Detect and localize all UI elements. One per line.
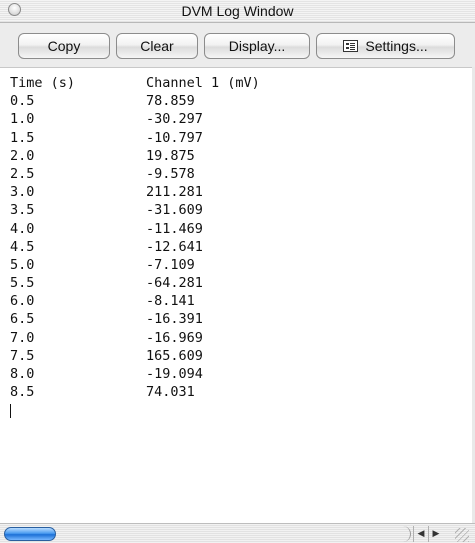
time-cell: 5.5 — [10, 275, 35, 292]
time-cell: 2.0 — [10, 147, 35, 164]
value-cell: -8.141 — [146, 293, 195, 310]
channel-column-header: Channel 1 (mV) — [146, 75, 260, 91]
right-arrow-icon: ▶ — [432, 529, 440, 539]
log-row: 1.0 -30.297 — [10, 110, 465, 128]
value-cell: -12.641 — [146, 238, 203, 255]
copy-button[interactable]: Copy — [18, 33, 110, 59]
time-cell: 8.0 — [10, 366, 35, 382]
settings-button-label: Settings... — [365, 38, 428, 54]
log-row: 7.0 -16.969 — [10, 329, 465, 347]
log-row: 6.0 -8.141 — [10, 292, 465, 310]
display-button[interactable]: Display... — [204, 33, 310, 59]
time-cell: 1.0 — [10, 111, 35, 128]
value-cell: -11.469 — [146, 220, 203, 237]
left-arrow-icon: ◀ — [417, 529, 425, 539]
value-cell: 19.875 — [146, 147, 195, 164]
value-cell: -7.109 — [146, 256, 195, 273]
time-column-header: Time (s) — [10, 75, 76, 91]
log-row: 4.5 -12.641 — [10, 238, 465, 256]
time-cell: 1.5 — [10, 129, 35, 146]
log-header-row: Time (s) Channel 1 (mV) — [10, 74, 465, 92]
value-cell: -31.609 — [146, 202, 203, 219]
log-row: 4.0 -11.469 — [10, 220, 465, 238]
value-cell: 78.859 — [146, 93, 195, 110]
settings-icon — [343, 40, 359, 52]
settings-button[interactable]: Settings... — [316, 33, 455, 59]
time-cell: 7.0 — [10, 329, 35, 346]
clear-button[interactable]: Clear — [116, 33, 198, 59]
log-row: 8.0 -19.094 — [10, 365, 465, 383]
value-cell: -19.094 — [146, 366, 203, 382]
time-cell: 3.0 — [10, 184, 35, 201]
log-row: 0.5 78.859 — [10, 92, 465, 110]
value-cell: -30.297 — [146, 111, 203, 128]
value-cell: -9.578 — [146, 165, 195, 182]
log-row: 3.5 -31.609 — [10, 201, 465, 219]
display-button-label: Display... — [228, 38, 286, 54]
scroll-left-button[interactable]: ◀ — [413, 526, 428, 542]
value-cell: -64.281 — [146, 275, 203, 292]
time-cell: 4.5 — [10, 238, 35, 255]
value-cell: -16.969 — [146, 329, 203, 346]
value-cell: 165.609 — [146, 347, 203, 364]
window-title: DVM Log Window — [181, 3, 294, 19]
log-row: 5.0 -7.109 — [10, 256, 465, 274]
log-row: 5.5 -64.281 — [10, 274, 465, 292]
log-row: 3.0 211.281 — [10, 183, 465, 201]
time-cell: 0.5 — [10, 93, 35, 110]
resize-grip-icon[interactable] — [455, 528, 469, 542]
log-row: 8.5 74.031 — [10, 383, 465, 401]
log-row: 7.5 165.609 — [10, 347, 465, 365]
clear-button-label: Clear — [140, 38, 174, 54]
value-cell: 211.281 — [146, 184, 203, 201]
scrollbar-track-end — [400, 526, 411, 542]
time-cell: 5.0 — [10, 256, 35, 273]
horizontal-scrollbar[interactable]: ◀ ▶ — [0, 523, 475, 543]
log-row: 6.5 -16.391 — [10, 310, 465, 328]
time-cell: 6.0 — [10, 293, 35, 310]
log-rows: 0.5 78.859 1.0 -30.297 1.5 -10.797 2.0 19.875 2.… — [10, 92, 465, 401]
value-cell: -10.797 — [146, 129, 203, 146]
scrollbar-thumb[interactable] — [4, 527, 56, 541]
time-cell: 2.5 — [10, 165, 35, 182]
toolbar: Copy Clear Display... Settings... — [0, 23, 475, 68]
time-cell: 6.5 — [10, 311, 35, 328]
log-row: 2.5 -9.578 — [10, 165, 465, 183]
time-cell: 4.0 — [10, 220, 35, 237]
copy-button-label: Copy — [47, 38, 81, 54]
log-row: 1.5 -10.797 — [10, 129, 465, 147]
title-bar[interactable]: DVM Log Window — [0, 0, 475, 23]
time-cell: 3.5 — [10, 202, 35, 219]
time-cell: 7.5 — [10, 347, 35, 364]
dvm-log-window: DVM Log Window Copy Clear Display... Set… — [0, 0, 475, 543]
time-cell: 8.5 — [10, 384, 35, 401]
log-text-area[interactable]: Time (s) Channel 1 (mV) 0.5 78.859 1.0 -30.… — [10, 74, 465, 514]
log-row: 2.0 19.875 — [10, 147, 465, 165]
scroll-right-button[interactable]: ▶ — [428, 526, 443, 542]
text-cursor — [10, 404, 11, 419]
value-cell: 74.031 — [146, 384, 195, 401]
value-cell: -16.391 — [146, 311, 203, 328]
